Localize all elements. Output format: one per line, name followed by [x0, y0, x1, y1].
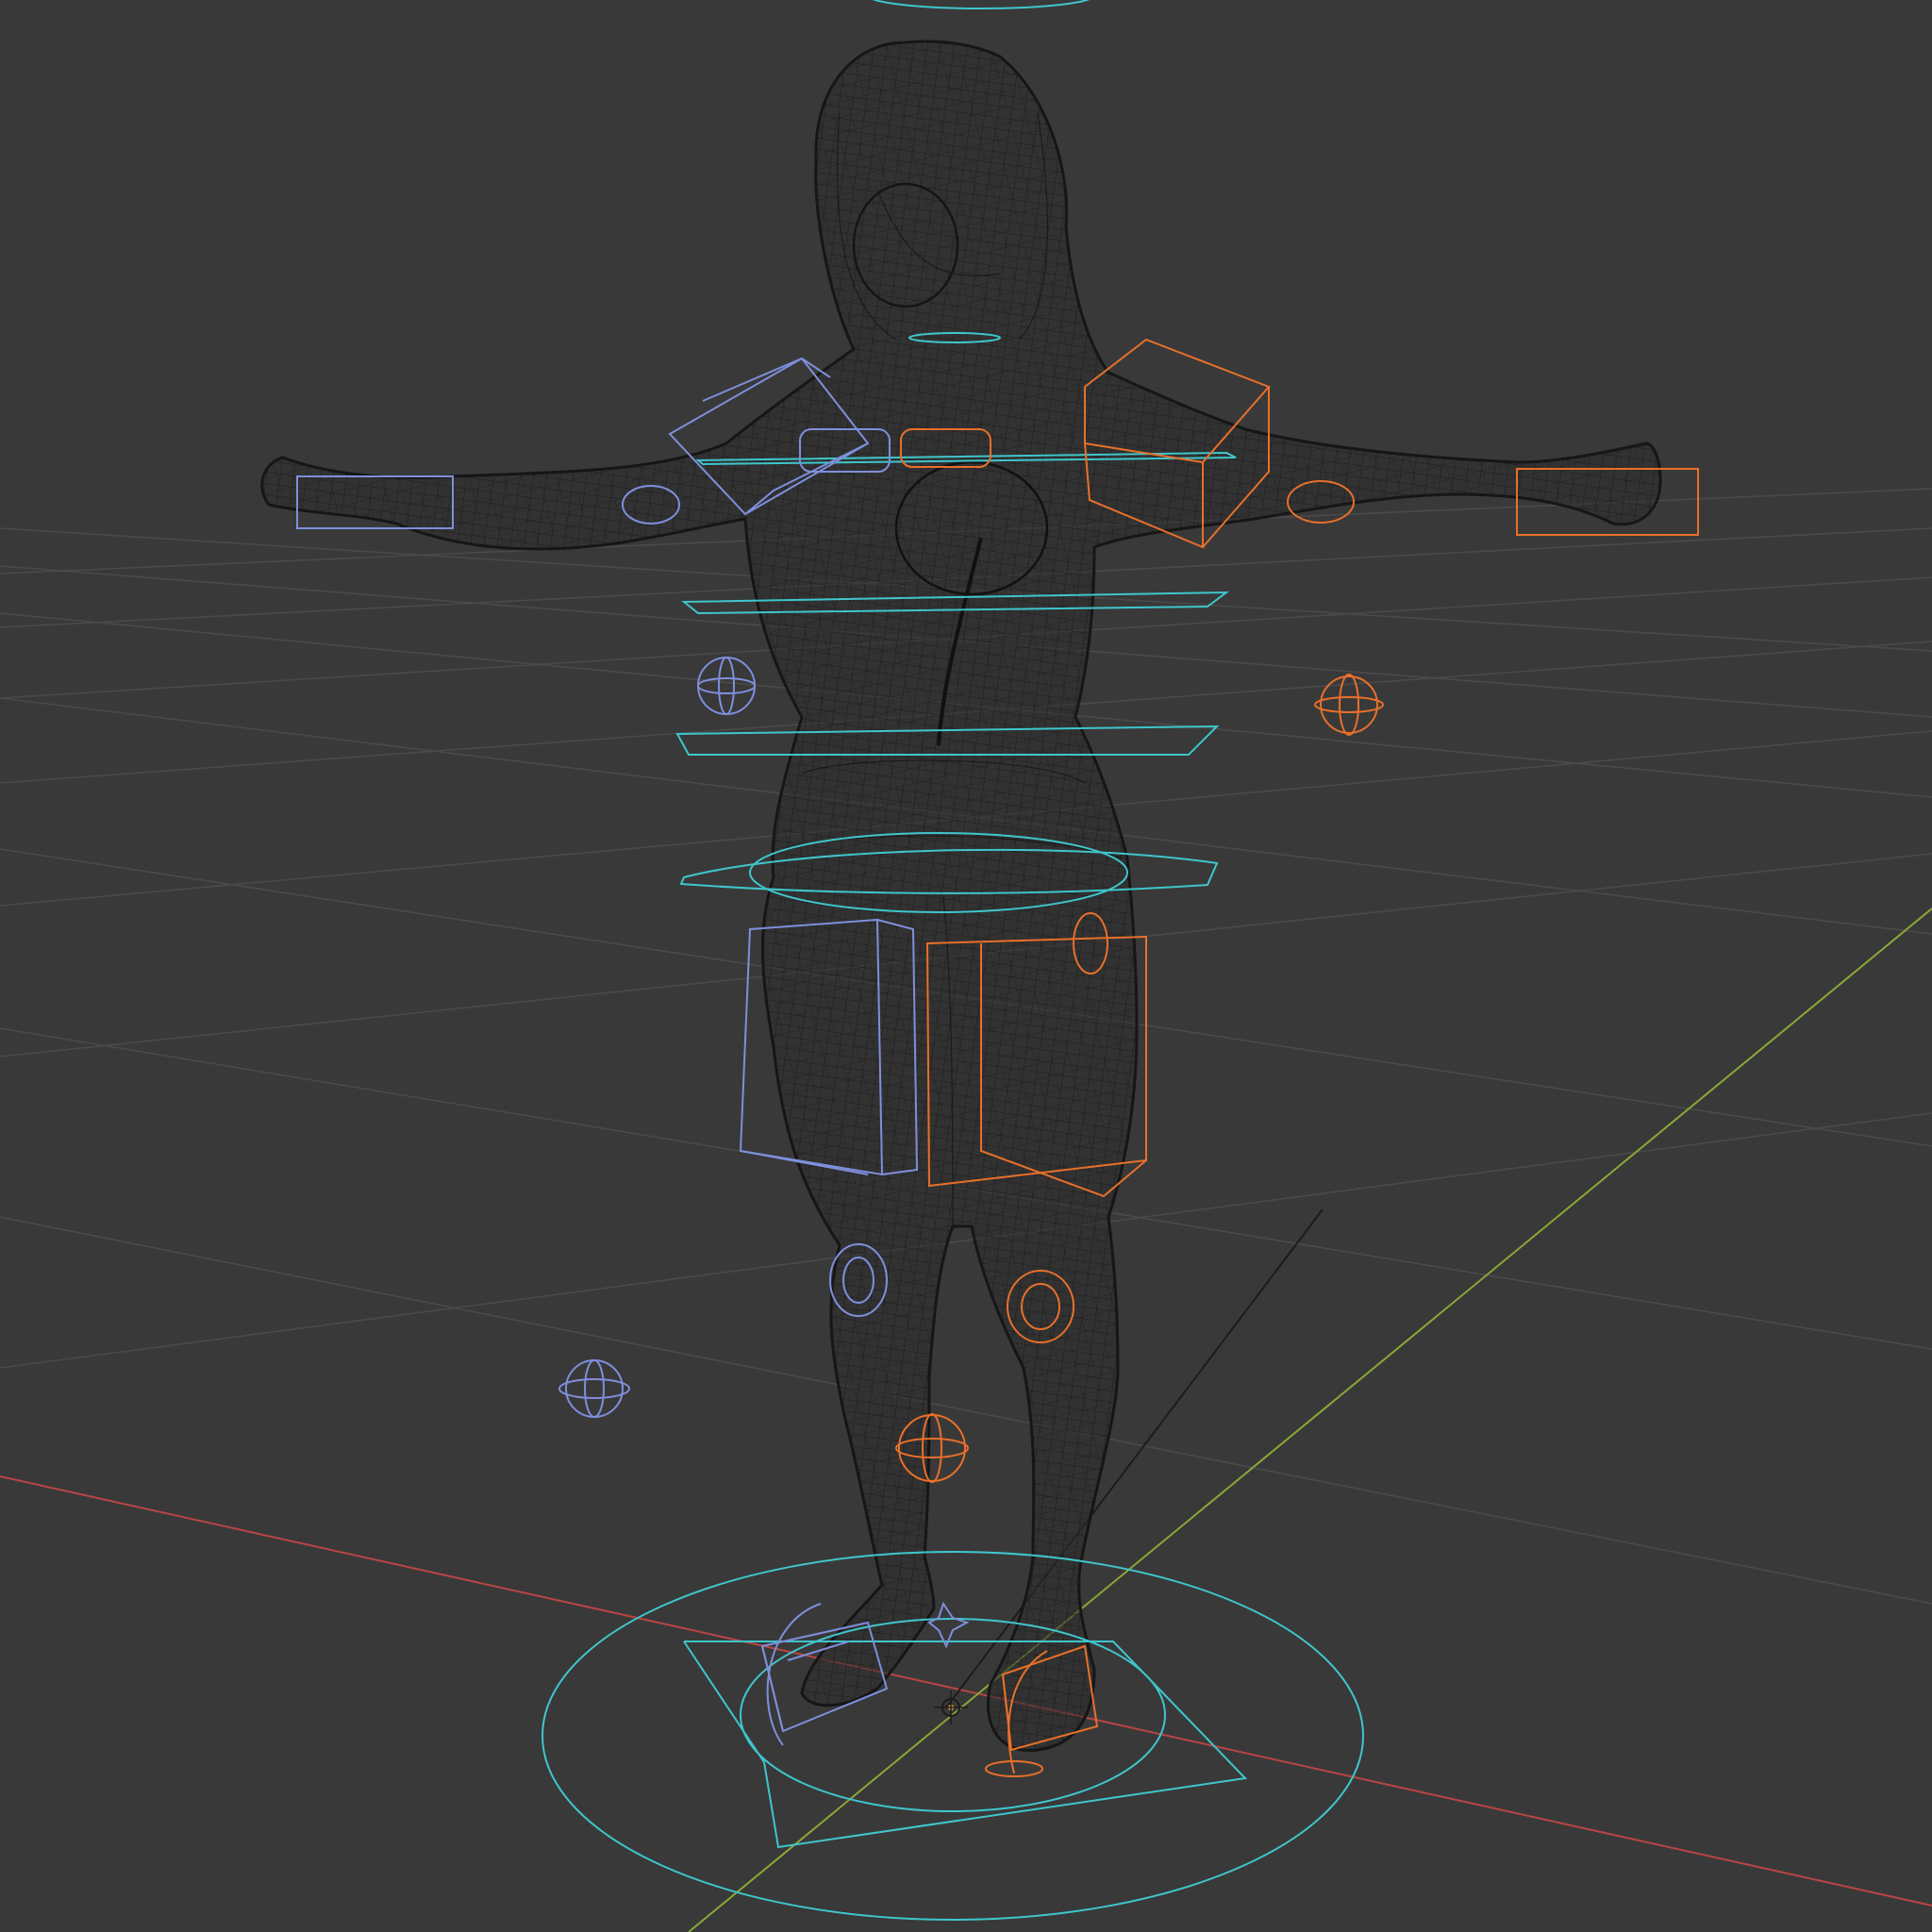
left-knee-pole-control[interactable]: [558, 1359, 630, 1418]
x-axis-line: [0, 1475, 1932, 1907]
scene-canvas[interactable]: [0, 0, 1932, 1932]
root-outer-control[interactable]: [541, 1551, 1364, 1921]
left-elbow-pole-control[interactable]: [697, 657, 756, 715]
left-heel-control[interactable]: [927, 1601, 970, 1649]
head-top-control[interactable]: [868, 0, 1094, 9]
3d-cursor-icon[interactable]: [934, 1690, 968, 1724]
3d-viewport[interactable]: [0, 0, 1932, 1932]
